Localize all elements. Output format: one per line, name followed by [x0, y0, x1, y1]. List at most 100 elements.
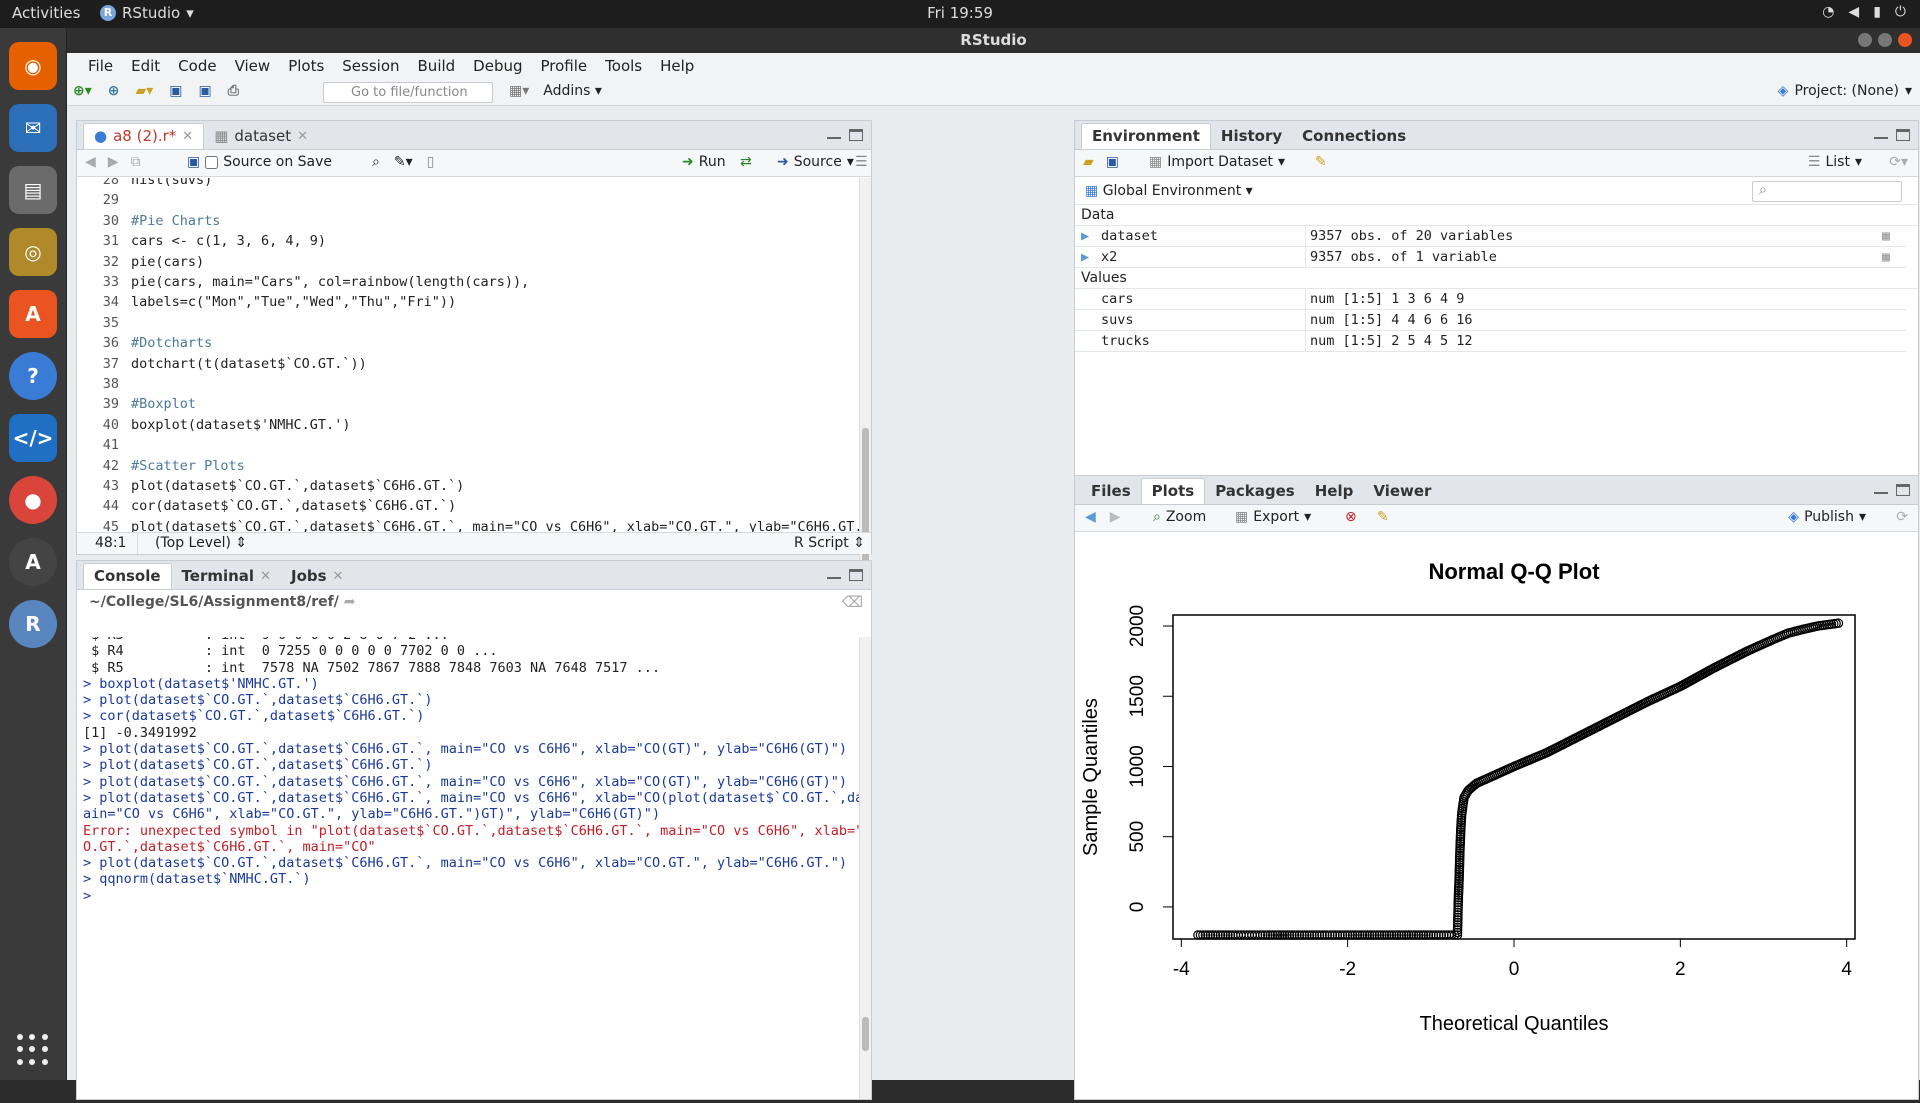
menu-session[interactable]: Session [333, 57, 408, 75]
clear-workspace-icon[interactable]: ✎ [1315, 154, 1327, 170]
next-plot-icon[interactable]: ▶ [1110, 509, 1121, 525]
rhythmbox-icon[interactable]: ◎ [9, 228, 57, 276]
tab-packages[interactable]: Packages [1205, 478, 1305, 504]
minimize-pane-icon[interactable] [827, 569, 841, 579]
magic-wand-icon[interactable]: ✎▾ [394, 154, 413, 170]
code-line[interactable]: 33 pie(cars, main="Cars", col=rainbow(len… [77, 272, 859, 292]
menu-build[interactable]: Build [409, 57, 465, 75]
rstudio-dock-icon[interactable]: R [9, 600, 57, 648]
code-line[interactable]: 29 [77, 190, 859, 210]
maximize-pane-icon[interactable] [849, 129, 863, 141]
back-icon[interactable]: ◀ [85, 154, 96, 170]
console-output[interactable]: $ R3 : int 9 0 0 0 0 2 8 0 7 2 ... $ R4 … [77, 637, 859, 1099]
minimize-pane-icon[interactable] [827, 129, 841, 139]
view-table-icon[interactable]: ▦ [1882, 247, 1890, 267]
clear-console-icon[interactable]: ⌫ [842, 593, 863, 611]
expand-icon[interactable]: ▶ [1081, 247, 1089, 267]
chrome-icon[interactable]: ● [9, 476, 57, 524]
tab-help[interactable]: Help [1305, 478, 1364, 504]
refresh-icon[interactable]: ⟳ [1896, 509, 1908, 525]
app-menu[interactable]: R RStudio ▾ [100, 4, 194, 22]
publish-button[interactable]: Publish [1804, 509, 1854, 525]
forward-icon[interactable]: ▶ [108, 154, 119, 170]
import-dataset-button[interactable]: Import Dataset [1167, 154, 1273, 170]
code-line[interactable]: 30 #Pie Charts [77, 211, 859, 231]
clock[interactable]: Fri 19:59 [927, 4, 993, 22]
search-icon[interactable]: ⌕ [372, 154, 380, 170]
maximize-icon[interactable] [1878, 33, 1892, 47]
menu-code[interactable]: Code [169, 57, 225, 75]
menu-plots[interactable]: Plots [279, 57, 333, 75]
close-tab-icon[interactable]: ✕ [297, 124, 308, 149]
tab-terminal[interactable]: Terminal ✕ [172, 563, 281, 589]
minimize-pane-icon[interactable] [1874, 129, 1888, 139]
maximize-pane-icon[interactable] [1896, 129, 1910, 141]
code-line[interactable]: 36 #Dotcharts [77, 333, 859, 353]
code-line[interactable]: 32 pie(cars) [77, 252, 859, 272]
battery-icon[interactable]: ▮ [1873, 4, 1881, 20]
code-line[interactable]: 38 [77, 374, 859, 394]
view-table-icon[interactable]: ▦ [1882, 226, 1890, 246]
firefox-icon[interactable]: ◉ [9, 42, 57, 90]
project-menu[interactable]: Project: (None) [1794, 83, 1899, 99]
menu-help[interactable]: Help [651, 57, 703, 75]
volume-icon[interactable]: ◀ [1848, 4, 1859, 20]
maximize-pane-icon[interactable] [1896, 484, 1910, 496]
tab-history[interactable]: History [1211, 123, 1292, 149]
code-line[interactable]: 28 hist(suvs) [77, 178, 859, 190]
minimize-icon[interactable] [1858, 33, 1872, 47]
tab-connections[interactable]: Connections [1292, 123, 1416, 149]
console-scrollbar[interactable] [859, 637, 871, 1099]
tab-console[interactable]: Console [83, 563, 172, 589]
env-row-dataset[interactable]: ▶ ▦ dataset 9357 obs. of 20 variables [1075, 226, 1906, 247]
compile-report-icon[interactable]: ▯ [427, 154, 435, 170]
files-icon[interactable]: ▤ [9, 166, 57, 214]
new-file-icon[interactable]: ⊕▾ [73, 83, 92, 99]
menu-edit[interactable]: Edit [122, 57, 169, 75]
power-icon[interactable]: ⏻ [1895, 4, 1906, 20]
working-directory[interactable]: ~/College/SL6/Assignment8/ref/ ➦ [89, 594, 355, 610]
software-center-icon[interactable]: A [9, 290, 57, 338]
code-line[interactable]: 34 labels=c("Mon","Tue","Wed","Thu","Fri"… [77, 292, 859, 312]
tab-viewer[interactable]: Viewer [1363, 478, 1441, 504]
env-row-suvs[interactable]: suvs num [1:5] 4 4 6 6 16 [1075, 310, 1906, 331]
caret-down-icon[interactable]: ▾ [847, 154, 854, 170]
code-line[interactable]: 37 dotchart(t(dataset$`CO.GT.`)) [77, 354, 859, 374]
code-line[interactable]: 44 cor(dataset$`CO.GT.`,dataset$`C6H6.GT.… [77, 496, 859, 516]
outline-icon[interactable]: ☰ [855, 154, 868, 170]
system-tray[interactable]: ◔ ◀ ▮ ⏻ [1822, 4, 1906, 20]
tab-environment[interactable]: Environment [1081, 123, 1211, 149]
menu-profile[interactable]: Profile [532, 57, 597, 75]
close-icon[interactable] [1898, 33, 1912, 47]
menu-tools[interactable]: Tools [596, 57, 651, 75]
close-tab-icon[interactable]: ✕ [182, 124, 193, 149]
env-row-x2[interactable]: ▶ ▦ x2 9357 obs. of 1 variable [1075, 247, 1906, 268]
code-line[interactable]: 43 plot(dataset$`CO.GT.`,dataset$`C6H6.GT… [77, 476, 859, 496]
env-row-trucks[interactable]: trucks num [1:5] 2 5 4 5 12 [1075, 331, 1906, 352]
tab-dataset[interactable]: ▦ dataset ✕ [204, 123, 318, 149]
scope-selector[interactable]: (Top Level) ⇕ [155, 535, 247, 551]
load-workspace-icon[interactable]: ▰ [1083, 154, 1094, 170]
open-file-icon[interactable]: ▰▾ [136, 83, 154, 99]
show-in-window-icon[interactable]: ⧉ [131, 154, 141, 170]
close-tab-icon[interactable]: ✕ [333, 564, 344, 589]
close-tab-icon[interactable]: ✕ [260, 564, 271, 589]
code-line[interactable]: 35 [77, 313, 859, 333]
save-icon[interactable]: ▣ [187, 154, 200, 170]
layout-icon[interactable]: ▦▾ [509, 83, 529, 99]
maximize-pane-icon[interactable] [849, 569, 863, 581]
rerun-icon[interactable]: ⇄ [740, 154, 752, 170]
zoom-button[interactable]: Zoom [1166, 509, 1206, 525]
env-row-cars[interactable]: cars num [1:5] 1 3 6 4 9 [1075, 289, 1906, 310]
code-line[interactable]: 41 [77, 435, 859, 455]
source-on-save-checkbox[interactable] [205, 155, 219, 169]
caret-down-icon[interactable]: ▾ [1859, 509, 1866, 525]
source-button[interactable]: Source [794, 154, 842, 170]
code-line[interactable]: 42 #Scatter Plots [77, 456, 859, 476]
run-button[interactable]: Run [699, 154, 726, 170]
activities-button[interactable]: Activities [12, 4, 80, 22]
tab-files[interactable]: Files [1081, 478, 1141, 504]
save-icon[interactable]: ▣ [169, 83, 182, 99]
menu-file[interactable]: File [79, 57, 122, 75]
minimize-pane-icon[interactable] [1874, 484, 1888, 494]
